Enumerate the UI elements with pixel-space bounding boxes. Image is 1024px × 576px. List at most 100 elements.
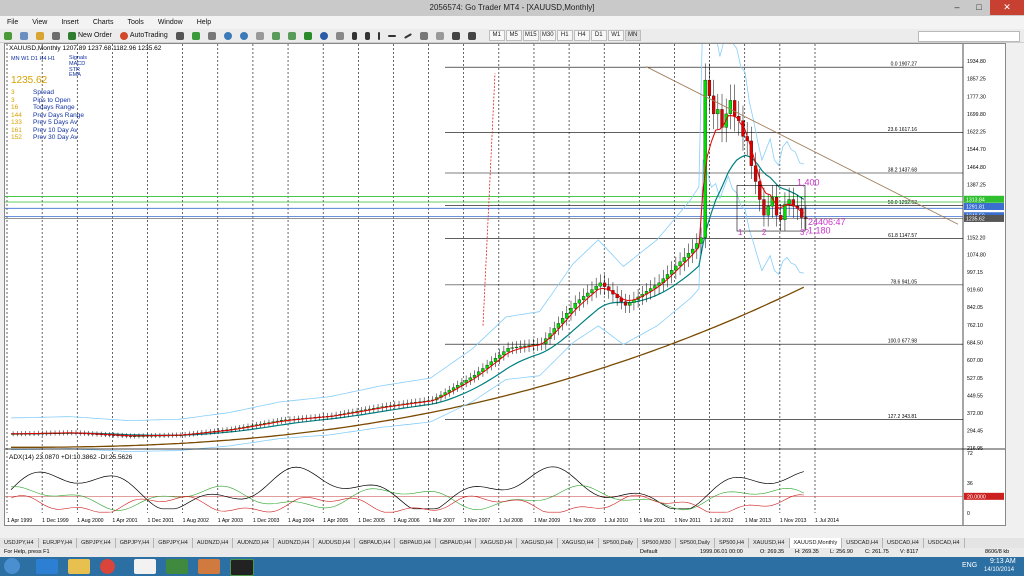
candle xyxy=(586,292,590,297)
tf-w1[interactable]: W1 xyxy=(607,30,624,41)
new-order-button[interactable]: New Order xyxy=(64,30,116,41)
chart-tab[interactable]: GBPAUD,H4 xyxy=(355,538,396,548)
chart-tab[interactable]: USDCAD,H4 xyxy=(842,538,884,548)
channel-button[interactable] xyxy=(416,30,432,41)
tf-mn[interactable]: MN xyxy=(624,30,641,41)
tf-m1[interactable]: M1 xyxy=(488,30,505,41)
chart-tab[interactable]: GBPAUD,H4 xyxy=(395,538,436,548)
vertical-line-button[interactable] xyxy=(374,30,384,41)
chart-tab[interactable]: GBPAUD,H4 xyxy=(436,538,477,548)
candle-chart-button[interactable] xyxy=(188,30,204,41)
search-input[interactable] xyxy=(918,31,1020,42)
status-profile[interactable]: Default xyxy=(640,548,657,557)
tf-h4[interactable]: H4 xyxy=(573,30,590,41)
date-tick-label: 1 Nov 2007 xyxy=(464,518,491,524)
chart-shift-button[interactable] xyxy=(284,30,300,41)
auto-scroll-button[interactable] xyxy=(268,30,284,41)
chart-tab[interactable]: EURJPY,H4 xyxy=(39,538,78,548)
date-tick-label: 1 Apr 2005 xyxy=(323,518,348,524)
excel-icon[interactable] xyxy=(166,559,188,574)
window-title: 2056574: Go Trader MT4 - [XAUUSD,Monthly… xyxy=(429,3,595,12)
chart-tab[interactable]: AUDNZD,H4 xyxy=(233,538,274,548)
chart-tab[interactable]: GBPJPY,H4 xyxy=(116,538,155,548)
market-watch-button[interactable] xyxy=(32,30,48,41)
menu-tools[interactable]: Tools xyxy=(120,19,150,26)
arrow-icon xyxy=(467,31,476,40)
tf-m15[interactable]: M15 xyxy=(522,30,539,41)
chart-tab[interactable]: AUDNZD,H4 xyxy=(193,538,234,548)
language-indicator[interactable]: ENG xyxy=(962,562,977,569)
chart-tab[interactable]: GBPJPY,H4 xyxy=(154,538,193,548)
arrow-button[interactable] xyxy=(464,30,480,41)
trendline-button[interactable] xyxy=(400,30,416,41)
menu-insert[interactable]: Insert xyxy=(54,19,86,26)
navigator-button[interactable] xyxy=(48,30,64,41)
chart-tab[interactable]: SP500,Daily xyxy=(676,538,715,548)
text-button[interactable] xyxy=(448,30,464,41)
zoom-in-button[interactable] xyxy=(220,30,236,41)
status-connection: 8606/8 kb xyxy=(985,549,1010,555)
chart-annotation: 3? xyxy=(800,228,809,237)
line-chart-button[interactable] xyxy=(204,30,220,41)
chart-tab[interactable]: GBPJPY,H4 xyxy=(77,538,116,548)
chart-window[interactable]: 1 Apr 1999 1 Dec 1999 1 Aug 2000 1 Apr 2001… xyxy=(4,43,1006,526)
templates-button[interactable] xyxy=(332,30,348,41)
chart-tab[interactable]: XAGUSD,H4 xyxy=(517,538,558,548)
start-button[interactable] xyxy=(4,558,20,574)
crosshair-button[interactable] xyxy=(361,30,374,41)
mt4-icon[interactable] xyxy=(230,559,254,576)
tf-d1[interactable]: D1 xyxy=(590,30,607,41)
explorer-icon[interactable] xyxy=(68,559,90,574)
word-icon[interactable] xyxy=(134,559,156,574)
adx-tick-label: 0 xyxy=(967,511,970,517)
chart-tab[interactable]: USDCAD,H4 xyxy=(924,538,965,548)
clock-date[interactable]: 14/10/2014 xyxy=(984,567,1014,573)
zoom-out-button[interactable] xyxy=(236,30,252,41)
periods-button[interactable] xyxy=(316,30,332,41)
indicators-button[interactable] xyxy=(300,30,316,41)
chart-tab[interactable]: XAUUSD,Monthly xyxy=(789,538,843,548)
chrome-icon[interactable] xyxy=(100,559,115,574)
tf-m5[interactable]: M5 xyxy=(505,30,522,41)
close-button[interactable]: ✕ xyxy=(990,0,1024,15)
stat-prev-5-value: 133 xyxy=(11,119,22,126)
chart-tab[interactable]: SP500,M30 xyxy=(638,538,676,548)
price-tick-label: 762.10 xyxy=(967,323,983,329)
chart-tab[interactable]: AUDUSD,H4 xyxy=(314,538,356,548)
menu-window[interactable]: Window xyxy=(151,19,190,26)
fibo-button[interactable] xyxy=(432,30,448,41)
fib-level-label: 38.2 1437.68 xyxy=(888,167,917,173)
minimize-button[interactable]: – xyxy=(946,0,968,15)
fib-level-label: 23.6 1617.16 xyxy=(888,127,917,133)
maximize-button[interactable]: □ xyxy=(968,0,990,15)
chart-tab[interactable]: SP500,Daily xyxy=(599,538,638,548)
tf-m30[interactable]: M30 xyxy=(539,30,556,41)
ie-icon[interactable] xyxy=(36,559,58,574)
autotrading-button[interactable]: AutoTrading xyxy=(116,30,172,41)
cursor-button[interactable] xyxy=(348,30,361,41)
date-tick-label: 1 Dec 2003 xyxy=(253,518,280,524)
chart-tab[interactable]: SP500,H4 xyxy=(715,538,750,548)
chart-tab[interactable]: AUDNZD,H4 xyxy=(274,538,315,548)
menu-file[interactable]: File xyxy=(0,19,25,26)
profiles-button[interactable] xyxy=(16,30,32,41)
descending-trendline xyxy=(645,66,959,225)
new-chart-button[interactable] xyxy=(0,30,16,41)
menu-view[interactable]: View xyxy=(25,19,54,26)
tf-h1[interactable]: H1 xyxy=(556,30,573,41)
chart-tab[interactable]: XAGUSD,H4 xyxy=(476,538,518,548)
menu-help[interactable]: Help xyxy=(190,19,218,26)
bar-chart-button[interactable] xyxy=(172,30,188,41)
chart-tab[interactable]: XAGUSD,H4 xyxy=(558,538,599,548)
menu-charts[interactable]: Charts xyxy=(86,19,121,26)
price-chart[interactable]: 1 Apr 1999 1 Dec 1999 1 Aug 2000 1 Apr 2001… xyxy=(5,44,1005,525)
clock-time[interactable]: 9:13 AM xyxy=(990,558,1016,565)
chart-tab[interactable]: USDCAD,H4 xyxy=(883,538,924,548)
chart-tab[interactable]: USDJPY,H4 xyxy=(0,538,39,548)
status-bar: For Help, press F1 Default 1999.06.01 00… xyxy=(0,548,1024,557)
chart-tab[interactable]: XAUUSD,H4 xyxy=(749,538,790,548)
tile-button[interactable] xyxy=(252,30,268,41)
price-tick-label: 294.45 xyxy=(967,429,983,435)
app-icon[interactable] xyxy=(198,559,220,574)
horizontal-line-button[interactable] xyxy=(384,30,400,41)
